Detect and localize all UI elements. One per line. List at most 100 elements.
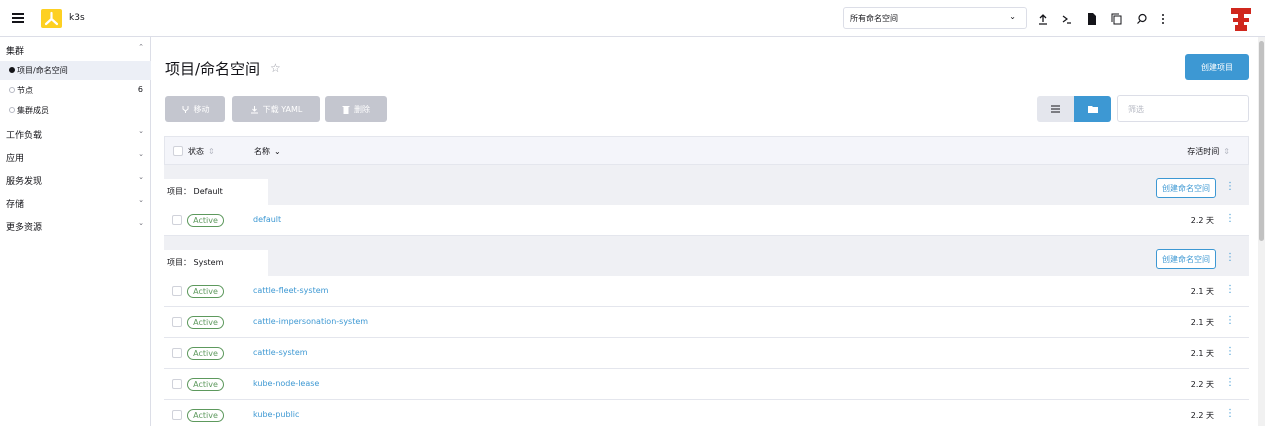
namespace-link[interactable]: kube-node-lease: [253, 379, 319, 388]
more-vertical-icon[interactable]: ⋮: [1225, 252, 1235, 263]
dot-icon: [9, 107, 15, 113]
download-icon: [250, 105, 258, 113]
more-vertical-icon[interactable]: [1156, 12, 1170, 26]
sidebar-item-nodes[interactable]: 节点 6: [0, 81, 151, 100]
column-header-name[interactable]: 名称 ⌄: [254, 146, 281, 157]
sidebar-group-workloads[interactable]: 工作负载 ⌄: [0, 123, 151, 143]
move-label: 移动: [193, 104, 210, 114]
active-dot-icon: [9, 67, 15, 73]
more-vertical-icon[interactable]: ⋮: [1225, 213, 1235, 224]
chevron-down-icon: ⌄: [138, 173, 144, 181]
search-icon[interactable]: [1135, 12, 1149, 26]
status-badge: Active: [187, 409, 224, 422]
namespace-link[interactable]: cattle-fleet-system: [253, 286, 328, 295]
age-value: 2.2 天: [1190, 216, 1214, 225]
top-header: k3s 所有命名空间 ⌄: [0, 0, 1265, 37]
sidebar-group-label: 集群: [6, 47, 25, 57]
download-kubeconfig-icon[interactable]: [1085, 12, 1099, 26]
tab-slant: [240, 250, 268, 276]
age-value: 2.2 天: [1190, 380, 1214, 389]
column-header-age[interactable]: 存活时间 ⇕: [1187, 146, 1230, 157]
move-icon: [182, 105, 188, 113]
chevron-down-icon: ⌄: [1009, 12, 1016, 21]
table-row: Active kube-public 2.2 天 ⋮: [164, 400, 1249, 426]
sidebar-item-projects-namespaces[interactable]: 项目/命名空间: [0, 61, 151, 80]
create-project-button[interactable]: 创建项目: [1185, 54, 1249, 80]
chevron-down-icon: ⌄: [138, 150, 144, 158]
sort-icon: ⇕: [1223, 147, 1230, 156]
view-toggle: [1037, 96, 1111, 122]
namespace-select[interactable]: 所有命名空间 ⌄: [843, 7, 1027, 29]
more-vertical-icon[interactable]: ⋮: [1225, 284, 1235, 295]
status-badge: Active: [187, 347, 224, 360]
delete-button[interactable]: 删除: [325, 96, 387, 122]
sidebar-group-more-resources[interactable]: 更多资源 ⌄: [0, 215, 151, 235]
row-checkbox[interactable]: [172, 379, 182, 389]
tab-slant: [240, 179, 268, 205]
page-scrollbar[interactable]: [1258, 37, 1265, 426]
download-yaml-label: 下载 YAML: [262, 104, 303, 114]
more-vertical-icon[interactable]: ⋮: [1225, 181, 1235, 192]
column-header-label: 存活时间: [1187, 147, 1220, 156]
more-vertical-icon[interactable]: ⋮: [1225, 408, 1235, 419]
delete-label: 删除: [354, 104, 370, 114]
select-all-checkbox[interactable]: [173, 146, 183, 156]
sort-icon: ⇕: [208, 147, 215, 156]
sidebar-item-cluster-members[interactable]: 集群成员: [0, 101, 151, 120]
more-vertical-icon[interactable]: ⋮: [1225, 346, 1235, 357]
move-button[interactable]: 移动: [165, 96, 225, 122]
project-group-tab: 项目： Default: [164, 179, 240, 205]
user-avatar[interactable]: [1227, 5, 1255, 33]
create-namespace-button[interactable]: 创建命名空间: [1156, 178, 1216, 198]
chevron-down-icon: ⌄: [138, 219, 144, 227]
table-row: Active cattle-system 2.1 天 ⋮: [164, 338, 1249, 369]
column-header-label: 状态: [188, 147, 204, 156]
sidebar-group-storage[interactable]: 存储 ⌄: [0, 192, 151, 212]
create-namespace-button[interactable]: 创建命名空间: [1156, 249, 1216, 269]
sidebar-item-label: 项目/命名空间: [17, 66, 68, 75]
status-badge: Active: [187, 285, 224, 298]
sidebar-group-cluster[interactable]: 集群 ⌃: [0, 39, 151, 59]
row-checkbox[interactable]: [172, 348, 182, 358]
more-vertical-icon[interactable]: ⋮: [1225, 315, 1235, 326]
project-group-tab: 项目： System: [164, 250, 240, 276]
dot-icon: [9, 87, 15, 93]
sidebar-group-label: 应用: [6, 154, 25, 164]
scrollbar-thumb[interactable]: [1259, 41, 1264, 241]
sidebar-item-label: 集群成员: [17, 106, 49, 115]
copy-kubeconfig-icon[interactable]: [1110, 12, 1124, 26]
namespace-link[interactable]: cattle-impersonation-system: [253, 317, 368, 326]
namespace-link[interactable]: cattle-system: [253, 348, 308, 357]
project-group-label: 项目： Default: [167, 187, 223, 196]
menu-icon[interactable]: [12, 13, 24, 23]
download-yaml-button[interactable]: 下载 YAML: [232, 96, 320, 122]
sidebar: 集群 ⌃ 项目/命名空间 节点 6 集群成员 工作负载 ⌄ 应用 ⌄ 服务发现 …: [0, 37, 151, 426]
sidebar-group-apps[interactable]: 应用 ⌄: [0, 146, 151, 166]
star-icon[interactable]: ☆: [270, 61, 281, 75]
kubectl-shell-icon[interactable]: [1060, 12, 1074, 26]
column-header-state[interactable]: 状态 ⇕: [188, 146, 215, 157]
sidebar-group-label: 服务发现: [6, 177, 43, 187]
row-checkbox[interactable]: [172, 410, 182, 420]
namespace-link[interactable]: kube-public: [253, 410, 299, 419]
namespace-link[interactable]: default: [253, 215, 281, 224]
table-row: Active default 2.2 天 ⋮: [164, 205, 1249, 236]
status-badge: Active: [187, 214, 224, 227]
group-by-project-button[interactable]: [1074, 96, 1111, 122]
row-checkbox[interactable]: [172, 286, 182, 296]
import-yaml-icon[interactable]: [1036, 12, 1050, 26]
row-checkbox[interactable]: [172, 317, 182, 327]
age-value: 2.1 天: [1190, 287, 1214, 296]
project-group-row: 项目： Default 创建命名空间 ⋮: [164, 165, 1249, 205]
sidebar-group-label: 更多资源: [6, 223, 43, 233]
row-checkbox[interactable]: [172, 215, 182, 225]
chevron-down-icon: ⌄: [138, 196, 144, 204]
more-vertical-icon[interactable]: ⋮: [1225, 377, 1235, 388]
flat-list-view-button[interactable]: [1037, 96, 1074, 122]
namespace-select-value: 所有命名空间: [850, 14, 898, 23]
filter-input[interactable]: 筛选: [1117, 95, 1249, 122]
table-row: Active cattle-fleet-system 2.1 天 ⋮: [164, 276, 1249, 307]
sidebar-group-service-discovery[interactable]: 服务发现 ⌄: [0, 169, 151, 189]
table-row: Active cattle-impersonation-system 2.1 天…: [164, 307, 1249, 338]
age-value: 2.1 天: [1190, 349, 1214, 358]
